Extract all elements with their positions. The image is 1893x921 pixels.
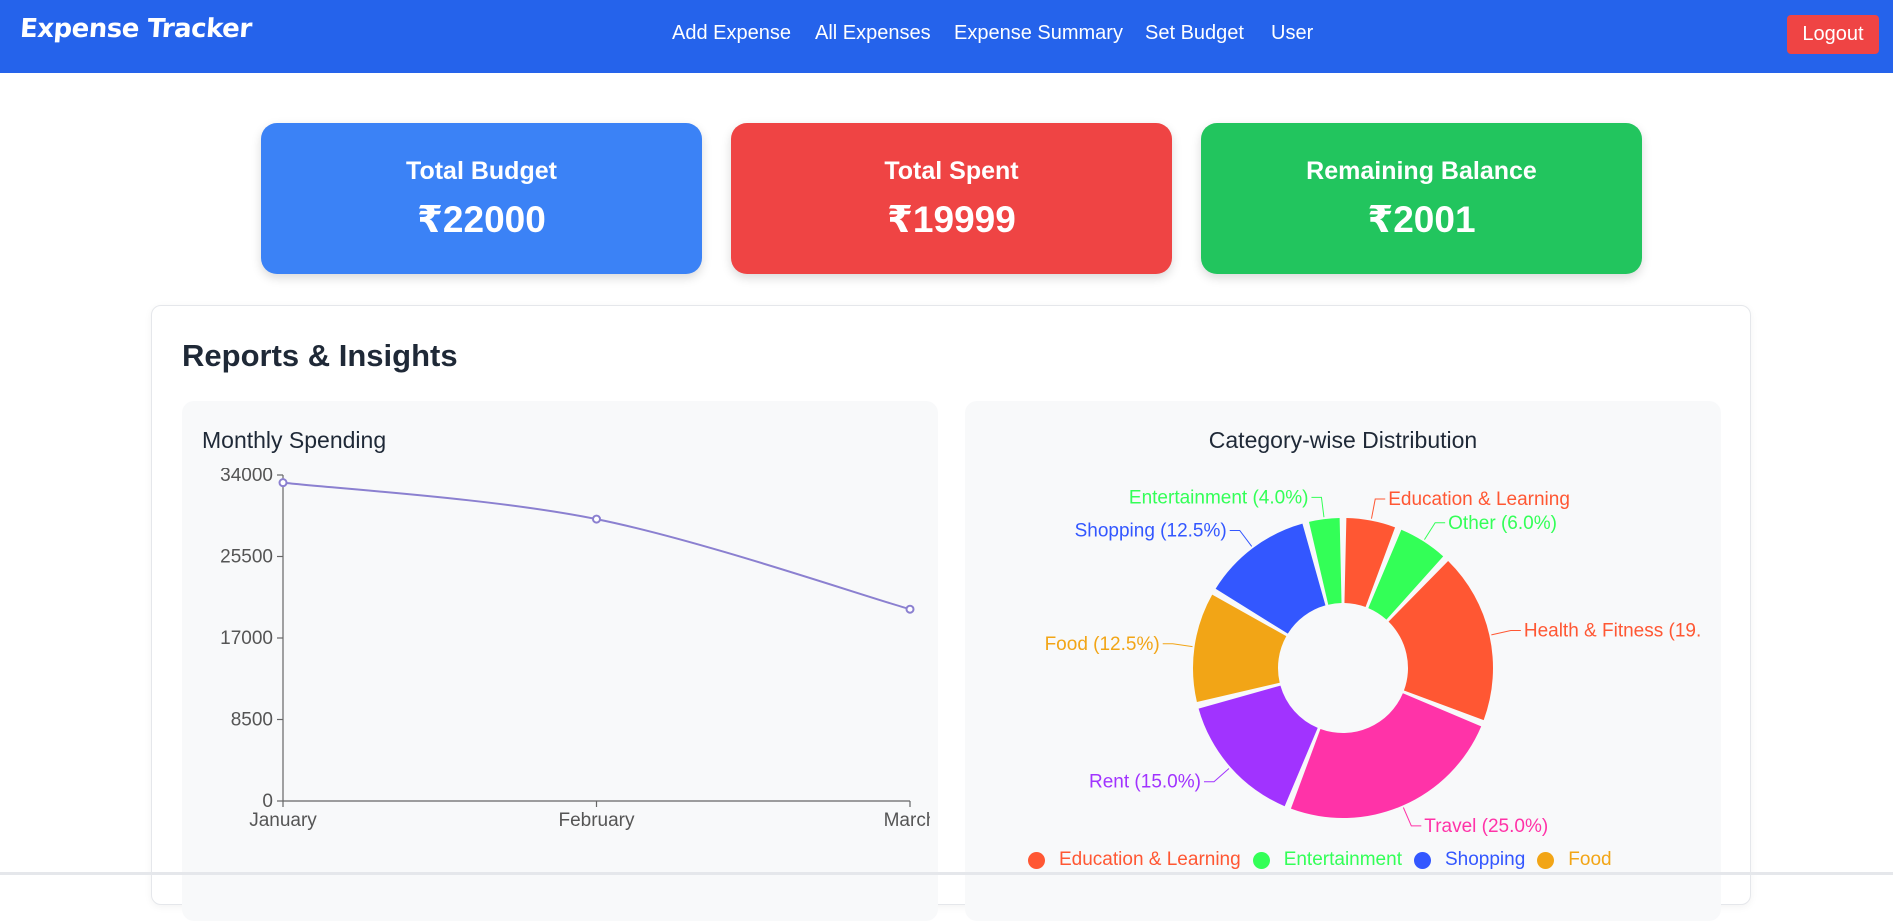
legend-label-shopping: Shopping — [1444, 849, 1526, 870]
slice-label: Food (12.5%) — [1045, 634, 1160, 655]
slice-label: Health & Fitness (19.0%) — [1524, 620, 1700, 641]
total-budget-card: Total Budget ₹22000 — [261, 123, 702, 274]
y-tick-label: 25500 — [220, 547, 273, 568]
legend-item-entertainment[interactable]: Entertainment — [1252, 849, 1402, 871]
y-tick-label: 8500 — [231, 710, 273, 731]
label-leader — [1491, 629, 1521, 636]
label-leader — [1402, 807, 1422, 827]
total-budget-value: ₹22000 — [417, 199, 546, 240]
label-leader — [1162, 643, 1193, 648]
slice-travel[interactable] — [1290, 693, 1482, 818]
monthly-spending-chart: 0 8500 17000 25500 34000 January February March — [220, 468, 930, 831]
category-legend: Education & Learning Entertainment Shopp… — [1028, 846, 1624, 874]
category-distribution-title: Category-wise Distribution — [1208, 427, 1478, 453]
legend-item-shopping[interactable]: Shopping — [1413, 849, 1526, 871]
slice-label: Other (6.0%) — [1448, 513, 1557, 534]
slice-label: Entertainment (4.0%) — [1129, 487, 1309, 508]
nav-set-budget[interactable]: Set Budget — [1145, 22, 1244, 45]
data-point[interactable] — [905, 604, 915, 614]
legend-label-education: Education & Learning — [1059, 849, 1241, 870]
y-tick-label: 17000 — [220, 628, 273, 649]
x-tick-label: March — [884, 810, 930, 831]
remaining-balance-value: ₹2001 — [1367, 199, 1476, 240]
legend-item-food[interactable]: Food — [1537, 849, 1612, 871]
total-spent-label: Total Spent — [884, 157, 1019, 185]
legend-dot-education — [1028, 851, 1045, 869]
nav-all-expenses[interactable]: All Expenses — [815, 22, 931, 45]
data-point[interactable] — [278, 478, 288, 488]
y-tick-label: 34000 — [220, 468, 273, 486]
nav-user[interactable]: User — [1271, 22, 1313, 45]
legend-label-food: Food — [1568, 849, 1612, 870]
category-donut-chart: Education & Learning Other (6.0%) Health &… — [1045, 487, 1700, 837]
label-leader — [1311, 496, 1325, 518]
x-tick-label: February — [558, 810, 635, 831]
legend-item-education[interactable]: Education & Learning — [1028, 849, 1241, 871]
nav-add-expense[interactable]: Add Expense — [672, 22, 791, 45]
label-leader — [1370, 498, 1386, 519]
slice-label: Education & Learning — [1388, 489, 1570, 510]
slice-label: Shopping (12.5%) — [1075, 520, 1227, 541]
label-leader — [1424, 522, 1446, 540]
nav-expense-summary[interactable]: Expense Summary — [954, 22, 1123, 45]
x-tick-label: January — [249, 810, 317, 831]
data-point[interactable] — [592, 514, 601, 524]
label-leader — [1229, 529, 1253, 547]
total-spent-card: Total Spent ₹19999 — [731, 123, 1172, 274]
label-leader — [1203, 768, 1230, 783]
total-budget-label: Total Budget — [406, 157, 557, 185]
legend-label-entertainment: Entertainment — [1283, 849, 1402, 870]
logout-button[interactable]: Logout — [1787, 15, 1879, 54]
nav-links: Add Expense All Expenses Expense Summary… — [0, 22, 1893, 52]
navbar: Expense Tracker Add Expense All Expenses… — [0, 0, 1893, 73]
legend-dot-food — [1537, 851, 1555, 869]
reports-title: Reports & Insights — [182, 338, 458, 373]
legend-dot-shopping — [1413, 851, 1431, 869]
slice-label: Rent (15.0%) — [1089, 772, 1201, 793]
y-tick-label: 0 — [262, 791, 273, 812]
legend-dot-entertainment — [1252, 851, 1270, 869]
monthly-spending-title: Monthly Spending — [202, 427, 387, 453]
remaining-balance-label: Remaining Balance — [1306, 157, 1537, 185]
spending-line — [282, 481, 911, 611]
total-spent-value: ₹19999 — [887, 199, 1016, 240]
remaining-balance-card: Remaining Balance ₹2001 — [1201, 123, 1642, 274]
slice-label: Travel (25.0%) — [1424, 816, 1548, 837]
